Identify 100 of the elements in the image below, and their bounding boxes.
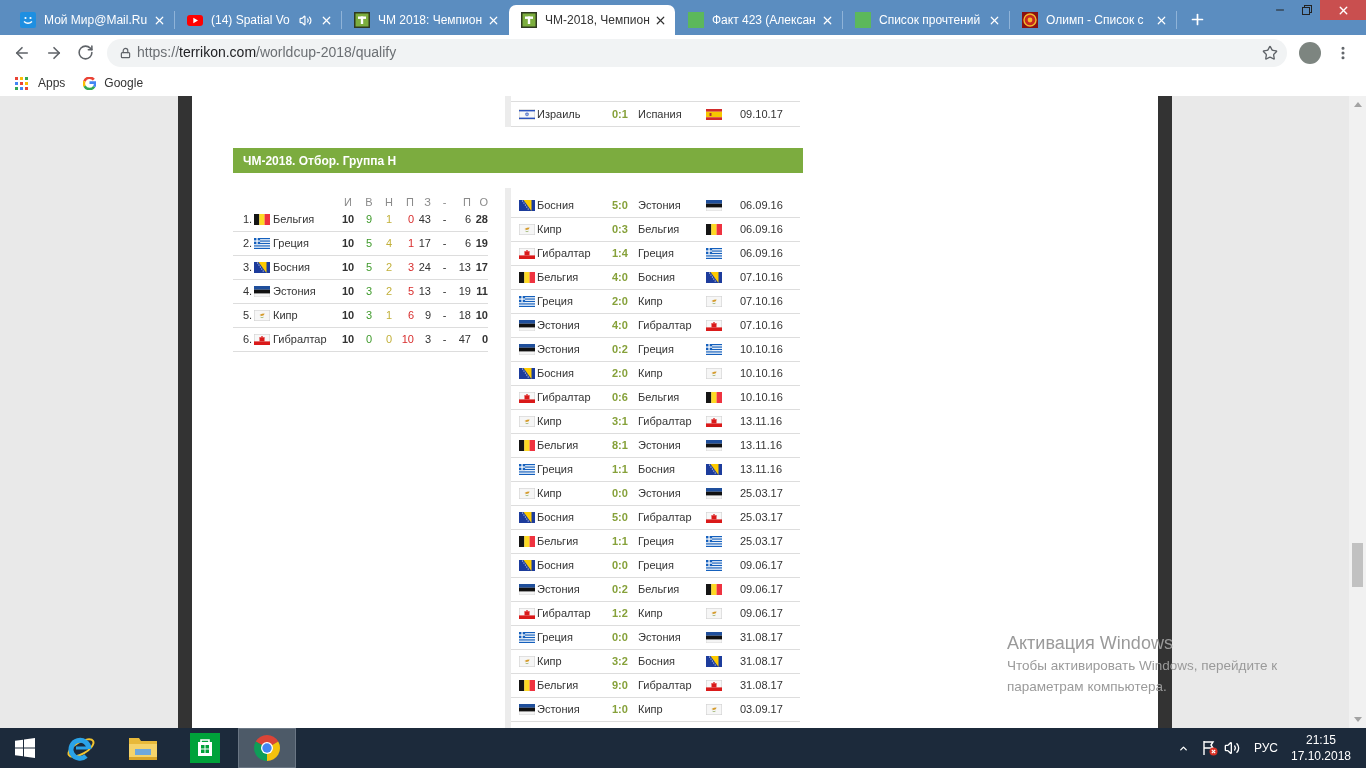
scrollbar[interactable]: [1349, 96, 1366, 728]
home-team: Греция: [537, 294, 574, 310]
match-score: 5:0: [612, 510, 629, 526]
match-date: 31.08.17: [740, 654, 783, 670]
estonia-flag-icon: [519, 584, 535, 595]
goals-conceded: 19: [458, 284, 471, 300]
scrollbar-thumb[interactable]: [1352, 543, 1363, 587]
match-date: 10.10.16: [740, 342, 783, 358]
emblem-icon: [1022, 12, 1038, 28]
bosnia-flag-icon: [706, 272, 722, 283]
column-header: В: [364, 194, 374, 210]
cyprus-flag-icon: [706, 704, 722, 715]
points-total: 0: [480, 332, 488, 348]
home-team: Эстония: [537, 318, 581, 334]
belgium-flag-icon: [706, 584, 722, 595]
home-team: Гибралтар: [537, 390, 592, 406]
points-total: 19: [474, 236, 488, 252]
estonia-flag-icon: [706, 440, 722, 451]
goal-separator: -: [441, 236, 448, 252]
goals-scored: 3: [423, 332, 431, 348]
estonia-flag-icon: [706, 488, 722, 499]
rank-number: 4.: [243, 284, 254, 300]
match-date: 06.09.16: [740, 222, 783, 238]
match-date: 10.10.16: [740, 390, 783, 406]
windows-logo-icon: [15, 738, 35, 758]
home-team: Босния: [537, 558, 575, 574]
away-team: Босния: [638, 654, 676, 670]
apps-grid-icon: [15, 76, 28, 90]
home-team: Кипр: [537, 222, 563, 238]
goals-conceded: 6: [463, 212, 471, 228]
column-header: П: [405, 194, 414, 210]
games-played: 10: [340, 260, 356, 276]
losses-count: 6: [406, 308, 414, 324]
avatar[interactable]: [1299, 41, 1321, 64]
rank-number: 5.: [243, 308, 254, 324]
match-score: 4:0: [612, 270, 629, 286]
square-icon: [855, 12, 871, 28]
estonia-flag-icon: [706, 200, 722, 211]
greece-flag-icon: [706, 248, 722, 259]
greece-flag-icon: [706, 560, 722, 571]
cyprus-flag-icon: [254, 310, 270, 321]
match-score: 2:0: [612, 294, 629, 310]
team-name: Эстония: [273, 284, 317, 300]
spain-flag-icon: [706, 108, 722, 120]
clock-date[interactable]: 17.10.2018: [1290, 748, 1352, 764]
losses-count: 0: [406, 212, 414, 228]
estonia-flag-icon: [519, 320, 535, 331]
gibraltar-flag-icon: [706, 320, 722, 331]
match-score: 8:1: [612, 438, 629, 454]
smiley-icon: [20, 12, 36, 28]
match-date: 25.03.17: [740, 510, 783, 526]
home-team: Греция: [537, 630, 574, 646]
bookmark-link[interactable]: Google: [83, 74, 144, 92]
url-text[interactable]: https://terrikon.com/worldcup-2018/qualify: [137, 42, 397, 63]
belgium-flag-icon: [519, 536, 535, 547]
away-team: Испания: [638, 106, 683, 122]
match-score: 0:0: [612, 630, 629, 646]
losses-count: 3: [406, 260, 414, 276]
clock-time[interactable]: 21:15: [1306, 732, 1336, 748]
wins-count: 0: [364, 332, 374, 348]
away-team: Греция: [638, 342, 675, 358]
away-team: Бельгия: [638, 582, 681, 598]
bookmark-link[interactable]: Apps: [15, 74, 66, 92]
goals-scored: 9: [423, 308, 431, 324]
match-date: 09.06.17: [740, 582, 783, 598]
cyprus-flag-icon: [706, 296, 722, 307]
draws-count: 2: [384, 284, 394, 300]
play-logo-icon: [187, 14, 203, 26]
reload-icon[interactable]: [77, 44, 94, 61]
wins-count: 5: [364, 260, 374, 276]
greece-flag-icon: [706, 536, 722, 547]
gibraltar-flag-icon: [254, 334, 270, 345]
draws-count: 4: [384, 236, 394, 252]
match-score: 5:0: [612, 198, 629, 214]
rank-number: 3.: [243, 260, 254, 276]
flag-with-x-icon[interactable]: [1201, 740, 1218, 756]
browser-tab[interactable]: ЧМ-2018, Чемпион: [509, 5, 675, 35]
away-team: Босния: [638, 270, 676, 286]
wins-count: 5: [364, 236, 374, 252]
away-team: Эстония: [638, 630, 682, 646]
goals-conceded: 13: [458, 260, 471, 276]
wins-count: 3: [364, 308, 374, 324]
away-team: Греция: [638, 558, 675, 574]
speaker-icon[interactable]: [1223, 740, 1240, 756]
home-team: Бельгия: [537, 534, 580, 550]
match-date: 09.06.17: [740, 558, 783, 574]
bookmark-star-icon[interactable]: [1262, 44, 1278, 61]
wins-count: 3: [364, 284, 374, 300]
belgium-flag-icon: [706, 224, 722, 235]
new-tab-plus-icon[interactable]: [1189, 11, 1206, 28]
match-date: 31.08.17: [740, 678, 783, 694]
close-window-button[interactable]: [1320, 0, 1366, 20]
belgium-flag-icon: [519, 440, 535, 451]
address-bar[interactable]: https://terrikon.com/worldcup-2018/qualify: [107, 38, 1287, 67]
belgium-flag-icon: [519, 680, 535, 691]
scroll-down-arrow-icon[interactable]: [1353, 717, 1362, 722]
bosnia-flag-icon: [519, 368, 535, 379]
away-team: Кипр: [638, 606, 664, 622]
scroll-up-arrow-icon[interactable]: [1353, 102, 1362, 107]
language-indicator[interactable]: РУС: [1253, 739, 1278, 757]
